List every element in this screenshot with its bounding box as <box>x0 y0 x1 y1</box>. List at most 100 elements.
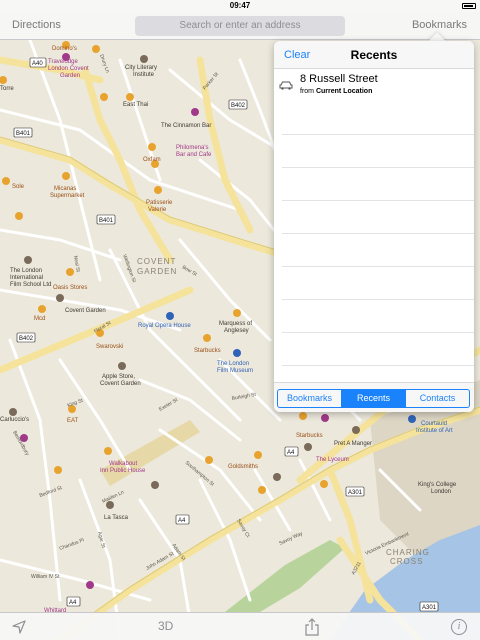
svg-text:The Lyceum: The Lyceum <box>316 457 349 463</box>
road-shield-a301-2: A301 <box>419 601 439 612</box>
svg-text:Valerie: Valerie <box>148 207 167 213</box>
segment-contacts[interactable]: Contacts <box>406 390 469 407</box>
location-arrow-icon[interactable] <box>12 620 26 634</box>
svg-text:Bar and Cafe: Bar and Cafe <box>176 152 212 158</box>
svg-text:London: London <box>431 489 451 495</box>
road-shield-a40: A40 <box>29 57 47 68</box>
svg-text:Torre: Torre <box>0 86 14 92</box>
svg-text:CROSS: CROSS <box>390 557 423 566</box>
recent-subtitle: from Current Location <box>300 88 372 95</box>
svg-text:Apple Store,: Apple Store, <box>102 374 135 380</box>
svg-text:Micanas: Micanas <box>54 186 76 192</box>
road-shield-a4: A4 <box>284 446 299 457</box>
svg-text:B402: B402 <box>231 103 246 109</box>
empty-row <box>282 102 474 135</box>
svg-text:Institute: Institute <box>133 72 155 78</box>
recent-sub-prefix: from <box>300 88 316 95</box>
svg-text:Institute of Art: Institute of Art <box>416 428 453 434</box>
svg-text:The London: The London <box>217 361 249 367</box>
empty-row <box>282 333 474 366</box>
svg-text:Walkabout: Walkabout <box>109 461 137 467</box>
road-shield-a301: A301 <box>345 486 365 497</box>
svg-text:GARDEN: GARDEN <box>137 267 177 276</box>
svg-text:A301: A301 <box>348 490 363 496</box>
svg-text:Supermarket: Supermarket <box>50 193 85 199</box>
svg-text:CHARING: CHARING <box>386 548 430 557</box>
svg-text:William IV St: William IV St <box>31 574 60 580</box>
svg-text:Mcd: Mcd <box>34 316 45 322</box>
road-shield-b402: B402 <box>228 99 248 110</box>
svg-text:Courtauld: Courtauld <box>421 421 447 427</box>
svg-text:B401: B401 <box>16 131 31 137</box>
status-time: 09:47 <box>229 1 251 10</box>
svg-text:Anglesey: Anglesey <box>224 328 249 334</box>
status-bar: 09:47 <box>0 0 480 12</box>
recent-sub-location: Current Location <box>315 88 373 95</box>
svg-text:Swarovski: Swarovski <box>96 344 123 350</box>
svg-text:Covent Garden: Covent Garden <box>100 381 141 387</box>
svg-text:COVENT: COVENT <box>137 257 176 266</box>
svg-text:Royal Opera House: Royal Opera House <box>138 323 191 329</box>
car-icon <box>279 81 293 90</box>
svg-text:Starbucks: Starbucks <box>296 433 323 439</box>
svg-text:The London: The London <box>10 268 42 274</box>
battery-icon <box>462 3 476 9</box>
empty-row <box>282 168 474 201</box>
svg-text:The Cinnamon Bar: The Cinnamon Bar <box>161 123 211 129</box>
svg-text:Oxfam: Oxfam <box>143 157 161 163</box>
svg-text:Covent Garden: Covent Garden <box>65 308 106 314</box>
svg-text:A301: A301 <box>422 605 437 611</box>
empty-row <box>282 234 474 267</box>
bookmarks-button[interactable]: Bookmarks <box>412 19 467 31</box>
svg-text:London Covent: London Covent <box>48 66 89 72</box>
svg-text:Carluccio's: Carluccio's <box>0 417 29 423</box>
svg-text:Domino's: Domino's <box>52 46 77 52</box>
svg-text:International: International <box>10 275 43 281</box>
empty-row <box>282 135 474 168</box>
road-shield-a4-2: A4 <box>175 514 190 525</box>
road-shield-b401: B401 <box>13 127 33 138</box>
segment-recents[interactable]: Recents <box>342 390 406 407</box>
recent-title: 8 Russell Street <box>300 73 378 85</box>
svg-text:Garden: Garden <box>60 73 80 79</box>
svg-text:Pret A Manger: Pret A Manger <box>334 441 372 447</box>
popover-header: Clear Recents <box>274 41 474 69</box>
svg-text:King's College: King's College <box>418 482 457 488</box>
empty-row <box>282 201 474 234</box>
popover-title: Recents <box>350 48 398 62</box>
svg-text:City Literary: City Literary <box>125 65 157 71</box>
svg-text:A4: A4 <box>69 600 77 606</box>
recents-list: 8 Russell Street from Current Location <box>274 69 474 366</box>
nav-bar: Directions Search or enter an address Bo… <box>0 12 480 40</box>
svg-text:A40: A40 <box>32 61 43 67</box>
svg-text:Marquess of: Marquess of <box>219 321 252 327</box>
svg-text:Inn Public House: Inn Public House <box>100 468 146 474</box>
road-shield-a4-3: A4 <box>66 596 81 607</box>
empty-row <box>282 300 474 333</box>
svg-text:Travelodge: Travelodge <box>48 59 78 65</box>
bottom-toolbar: 3D i <box>0 612 480 640</box>
svg-text:A4: A4 <box>287 450 295 456</box>
recent-item[interactable]: 8 Russell Street from Current Location <box>274 69 474 102</box>
svg-text:B401: B401 <box>99 218 114 224</box>
popover-footer: Bookmarks Recents Contacts <box>274 382 474 412</box>
svg-text:East Thai: East Thai <box>123 102 148 108</box>
svg-text:EAT: EAT <box>67 418 79 424</box>
svg-text:Goldsmiths: Goldsmiths <box>228 464 258 470</box>
svg-text:Starbucks: Starbucks <box>194 348 221 354</box>
svg-text:A4: A4 <box>178 518 186 524</box>
svg-text:B402: B402 <box>19 336 34 342</box>
info-button[interactable]: i <box>451 619 467 635</box>
share-icon[interactable] <box>305 618 319 636</box>
search-input[interactable]: Search or enter an address <box>135 16 345 36</box>
segment-bookmarks[interactable]: Bookmarks <box>278 390 342 407</box>
svg-text:Sole: Sole <box>12 184 25 190</box>
svg-text:Oasis Stores: Oasis Stores <box>53 285 87 291</box>
svg-text:Film Museum: Film Museum <box>217 368 253 374</box>
svg-text:La Tasca: La Tasca <box>104 515 129 521</box>
empty-row <box>282 267 474 300</box>
directions-button[interactable]: Directions <box>12 19 61 31</box>
three-d-button[interactable]: 3D <box>158 619 173 633</box>
svg-text:Film School Ltd: Film School Ltd <box>10 282 51 288</box>
svg-text:Patisserie: Patisserie <box>146 200 173 206</box>
